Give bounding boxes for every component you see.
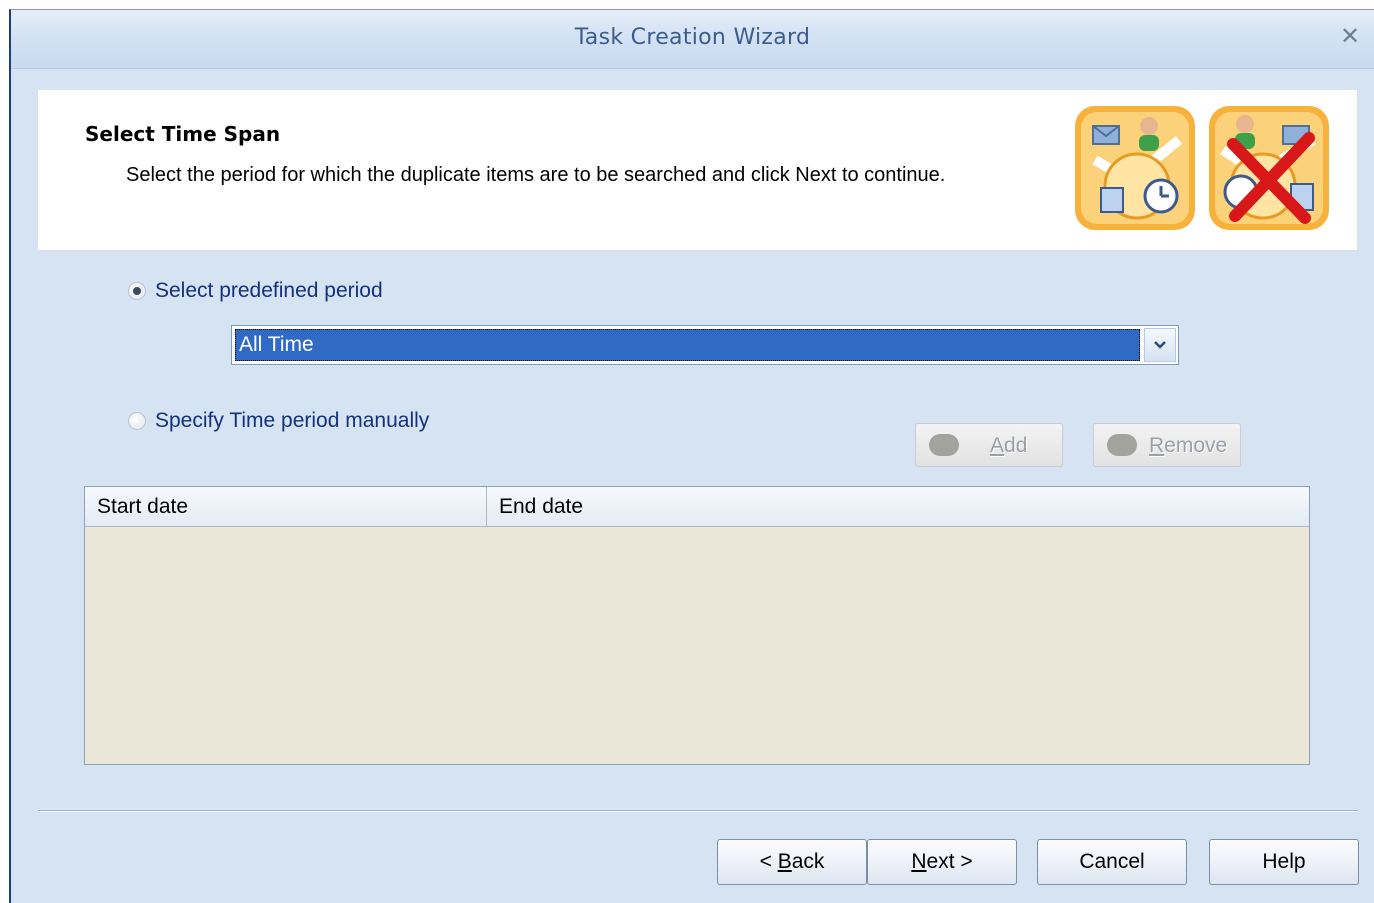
manual-period-radio[interactable] [128,412,146,430]
add-button-label: Add [990,434,1028,457]
page-title: Select Time Span [85,122,281,146]
close-icon[interactable]: ✕ [1336,22,1364,50]
delete-duplicates-icon [1209,106,1329,230]
chevron-down-icon[interactable] [1144,328,1176,362]
period-dropdown-value[interactable]: All Time [235,329,1140,361]
mail-contact-clock-icon [1075,106,1195,230]
wizard-header: Select Time Span Select the period for w… [38,90,1357,250]
add-button-icon [929,434,959,456]
predefined-period-option[interactable]: Select predefined period [128,279,383,303]
wizard-header-graphic [1075,106,1329,230]
wizard-window: Task Creation Wizard ✕ Select Time Span … [9,9,1374,903]
remove-button-icon [1107,434,1137,456]
add-button[interactable]: Add [915,423,1063,467]
time-period-table[interactable]: Start date End date [84,486,1310,765]
column-header-start-date[interactable]: Start date [85,487,486,526]
manual-period-label[interactable]: Specify Time period manually [155,409,429,433]
period-dropdown[interactable]: All Time [231,325,1179,365]
footer-divider [38,810,1358,812]
table-header: Start date End date [85,487,1309,527]
help-button[interactable]: Help [1209,839,1359,885]
remove-button-label: Remove [1149,434,1228,457]
manual-period-option[interactable]: Specify Time period manually [128,409,429,433]
predefined-period-radio[interactable] [128,282,146,300]
cancel-button[interactable]: Cancel [1037,839,1187,885]
remove-button[interactable]: Remove [1093,423,1241,467]
column-header-end-date[interactable]: End date [487,487,1187,526]
window-title: Task Creation Wizard [574,25,811,50]
next-button[interactable]: Next > [867,839,1017,885]
title-bar[interactable]: Task Creation Wizard ✕ [11,10,1374,69]
predefined-period-label[interactable]: Select predefined period [155,279,383,303]
back-button[interactable]: < Back [717,839,867,885]
page-description: Select the period for which the duplicat… [126,164,946,186]
